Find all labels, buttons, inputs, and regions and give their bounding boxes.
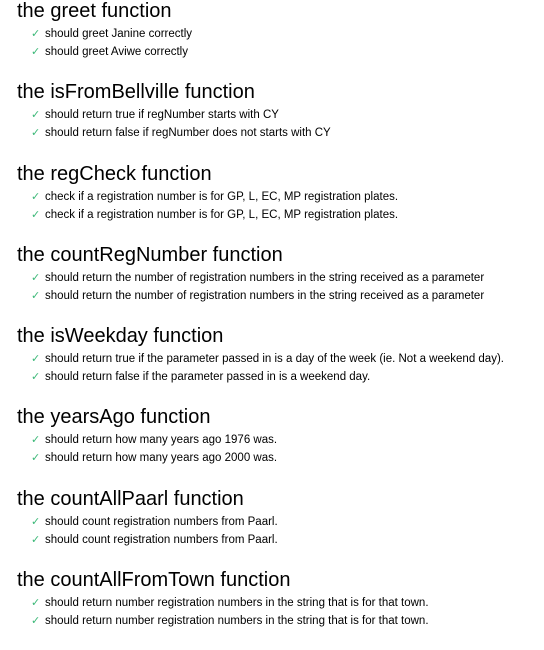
test-item[interactable]: ✓ should greet Janine correctly (17, 25, 544, 43)
check-icon: ✓ (31, 597, 41, 610)
check-icon: ✓ (31, 271, 41, 284)
test-suite: the countRegNumber function ✓ should retur… (17, 244, 544, 325)
test-title: should return number registration number… (45, 615, 429, 628)
test-item[interactable]: ✓ should return false if regNumber does n… (17, 124, 544, 142)
test-suite: the countAllFromTown function ✓ should ret… (17, 569, 544, 650)
suite-title[interactable]: the countAllPaarl function (17, 488, 544, 511)
check-icon: ✓ (31, 208, 41, 221)
test-list: ✓ should count registration numbers from … (17, 513, 544, 549)
test-item[interactable]: ✓ should return true if regNumber starts … (17, 106, 544, 124)
test-title: should return number registration number… (45, 597, 429, 610)
check-icon: ✓ (31, 28, 41, 40)
test-item[interactable]: ✓ should return the number of registratio… (17, 287, 544, 305)
suite-title[interactable]: the isWeekday function (17, 325, 544, 348)
test-list: ✓ check if a registration number is for G… (17, 188, 544, 224)
test-item[interactable]: ✓ should return number registration numbe… (17, 594, 544, 612)
suite-title[interactable]: the yearsAgo function (17, 406, 544, 429)
test-list: ✓ should return the number of registratio… (17, 269, 544, 305)
check-icon: ✓ (31, 289, 41, 302)
check-icon: ✓ (31, 515, 41, 528)
test-list: ✓ should greet Janine correctly ✓ should gr… (17, 25, 544, 61)
test-title: should return how many years ago 2000 wa… (45, 452, 278, 465)
test-suite: the isFromBellville function ✓ should retu… (17, 81, 544, 162)
test-title: should count registration numbers from P… (45, 515, 278, 528)
check-icon: ✓ (31, 371, 41, 384)
suite-title[interactable]: the countAllFromTown function (17, 569, 544, 592)
check-icon: ✓ (31, 434, 41, 447)
test-list: ✓ should return number registration numbe… (17, 594, 544, 630)
test-suite: the regCheck function ✓ check if a registr… (17, 163, 544, 244)
test-item[interactable]: ✓ should return false if the parameter pa… (17, 368, 544, 386)
test-title: check if a registration number is for GP… (45, 208, 399, 221)
test-title: should return false if regNumber does no… (45, 127, 331, 140)
test-item[interactable]: ✓ check if a registration number is for G… (17, 188, 544, 206)
test-item[interactable]: ✓ should return how many years ago 1976 w… (17, 431, 544, 449)
test-title: should return the number of registration… (45, 289, 485, 302)
check-icon: ✓ (31, 615, 41, 628)
test-item[interactable]: ✓ should count registration numbers from … (17, 531, 544, 549)
check-icon: ✓ (31, 190, 41, 203)
test-item[interactable]: ✓ should greet Aviwe correctly (17, 43, 544, 61)
test-title: should greet Aviwe correctly (45, 46, 188, 58)
test-list: ✓ should return true if regNumber starts … (17, 106, 544, 142)
test-title: should return false if the parameter pas… (45, 371, 371, 384)
test-suite: the greet function ✓ should greet Janine c… (17, 0, 544, 81)
test-title: should count registration numbers from P… (45, 533, 278, 546)
test-item[interactable]: ✓ check if a registration number is for G… (17, 206, 544, 224)
test-title: should return how many years ago 1976 wa… (45, 434, 278, 447)
check-icon: ✓ (31, 127, 41, 140)
test-item[interactable]: ✓ should return true if the parameter pas… (17, 350, 544, 368)
test-suite: the countAllPaarl function ✓ should count … (17, 488, 544, 569)
suite-title[interactable]: the countRegNumber function (17, 244, 544, 267)
test-item[interactable]: ✓ should count registration numbers from … (17, 513, 544, 531)
test-title: should return the number of registration… (45, 271, 485, 284)
test-title: should return true if the parameter pass… (45, 353, 504, 366)
test-title: should return true if regNumber starts w… (45, 109, 279, 122)
check-icon: ✓ (31, 353, 41, 366)
test-title: should greet Janine correctly (45, 28, 193, 40)
test-title: check if a registration number is for GP… (45, 190, 399, 203)
check-icon: ✓ (31, 46, 41, 58)
check-icon: ✓ (31, 452, 41, 465)
suite-title[interactable]: the greet function (17, 0, 544, 23)
test-list: ✓ should return how many years ago 1976 w… (17, 431, 544, 467)
test-list: ✓ should return true if the parameter pas… (17, 350, 544, 386)
check-icon: ✓ (31, 533, 41, 546)
test-suite: the yearsAgo function ✓ should return how … (17, 406, 544, 487)
test-report: the greet function ✓ should greet Janine c… (17, 0, 544, 650)
suite-title[interactable]: the regCheck function (17, 163, 544, 186)
test-suite: the isWeekday function ✓ should return tru… (17, 325, 544, 406)
test-item[interactable]: ✓ should return how many years ago 2000 w… (17, 449, 544, 467)
test-item[interactable]: ✓ should return the number of registratio… (17, 269, 544, 287)
suite-title[interactable]: the isFromBellville function (17, 81, 544, 104)
test-item[interactable]: ✓ should return number registration numbe… (17, 612, 544, 630)
check-icon: ✓ (31, 109, 41, 122)
